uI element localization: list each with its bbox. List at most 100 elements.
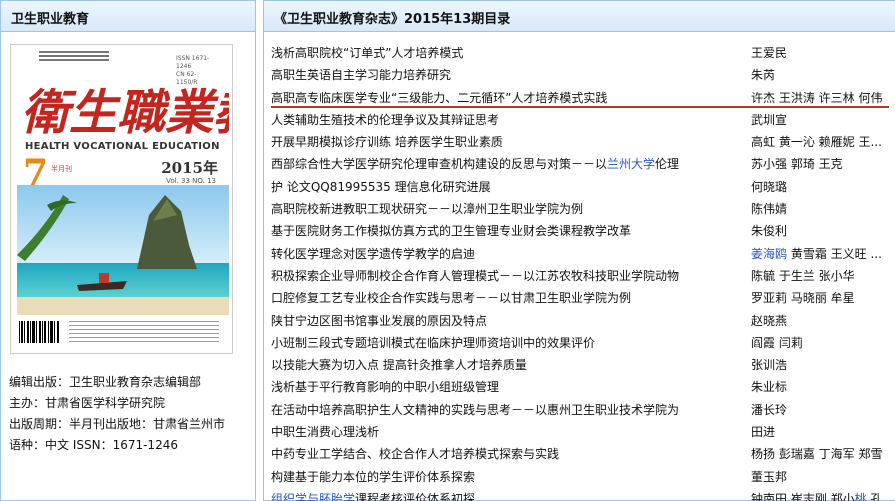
article-title-link[interactable]: 构建基于能力本位的学生评价体系探索 xyxy=(271,466,741,488)
article-title-text: 浅析高职院校“订单式”人才培养模式 xyxy=(271,46,464,60)
toc-title: 《卫生职业教育杂志》2015年13期目录 xyxy=(274,12,511,27)
article-title-link[interactable]: 小班制三段式专题培训模式在临床护理师资培训中的效果评价 xyxy=(271,332,741,354)
toc-row[interactable]: 开展早期模拟诊疗训练 培养医学生职业素质 高虹 黄一沁 赖雁妮 王... xyxy=(271,131,895,153)
article-authors: 陈毓 于生兰 张小华 xyxy=(751,265,895,287)
article-title-link[interactable]: 开展早期模拟诊疗训练 培养医学生职业素质 xyxy=(271,131,741,153)
toc-row[interactable]: 浅析基于平行教育影响的中职小组班级管理 朱业标 xyxy=(271,376,895,398)
article-title-link[interactable]: 高职高专临床医学专业“三级能力、二元循环”人才培养模式实践 xyxy=(271,87,741,109)
authors-text: 高虹 黄一沁 赖雁妮 王... xyxy=(751,135,882,150)
article-title-text: 在活动中培养高职护生人文精神的实践与思考－－以惠州卫生职业技术学院为 xyxy=(271,402,680,417)
article-title-text: 高职高专临床医学专业“三级能力、二元循环”人才培养模式实践 xyxy=(271,90,608,105)
article-title-link[interactable]: 高职院校新进教职工现状研究－－以漳州卫生职业学院为例 xyxy=(271,198,741,220)
article-authors: 朱芮 xyxy=(751,64,895,86)
article-title-link[interactable]: 转化医学理念对医学遗传学教学的启迪 xyxy=(271,243,741,265)
cover-semi-monthly: 半月刊 xyxy=(51,165,72,173)
article-authors: 高虹 黄一沁 赖雁妮 王... xyxy=(751,131,895,153)
article-title-link[interactable]: 浅析高职院校“订单式”人才培养模式 xyxy=(271,42,741,64)
article-title-tail: 课程考核评价体系初探 xyxy=(355,491,476,501)
article-title-text: 积极探索企业导师制校企合作育人管理模式－－以江苏农牧科技职业学院动物 xyxy=(271,268,680,283)
article-title-text: 中药专业工学结合、校企合作人才培养模式探索与实践 xyxy=(271,447,560,462)
article-authors: 何晓璐 xyxy=(751,176,895,198)
article-title-link[interactable]: 人类辅助生殖技术的伦理争议及其辩证思考 xyxy=(271,109,741,131)
toc-row[interactable]: 以技能大赛为切入点 提高针灸推拿人才培养质量 张训浩 xyxy=(271,354,895,376)
toc-header: 《卫生职业教育杂志》2015年13期目录 xyxy=(264,1,895,32)
article-title-text: 小班制三段式专题培训模式在临床护理师资培训中的效果评价 xyxy=(271,335,596,350)
article-title-link[interactable]: 护 论文QQ81995535 理信息化研究进展 xyxy=(271,176,741,198)
article-title-text: 人类辅助生殖技术的伦理争议及其辩证思考 xyxy=(271,112,500,127)
authors-text: 阎霞 闫莉 xyxy=(751,335,803,350)
cover-barcode xyxy=(17,319,61,349)
toc-row[interactable]: 人类辅助生殖技术的伦理争议及其辩证思考 武圳宣 xyxy=(271,109,895,131)
article-title-tail: 伦理 xyxy=(655,157,680,172)
article-title-link[interactable]: 中职生消费心理浅析 xyxy=(271,421,741,443)
authors-tail: 黄雪霜 王义旺 ... xyxy=(787,246,882,261)
authors-text: 何晓璐 xyxy=(751,179,788,194)
article-title-link[interactable]: 浅析基于平行教育影响的中职小组班级管理 xyxy=(271,376,741,398)
article-title-link[interactable]: 在活动中培养高职护生人文精神的实践与思考－－以惠州卫生职业技术学院为 xyxy=(271,399,741,421)
toc-row[interactable]: 转化医学理念对医学遗传学教学的启迪 姜海鸥 黄雪霜 王义旺 ... xyxy=(271,243,895,265)
toc-row[interactable]: 高职生英语自主学习能力培养研究 朱芮 xyxy=(271,64,895,86)
sidebar-title: 卫生职业教育 xyxy=(11,12,90,27)
article-title-link[interactable]: 基于医院财务工作模拟仿真方式的卫生管理专业财会类课程教学改革 xyxy=(271,220,741,242)
authors-text: 陈毓 于生兰 张小华 xyxy=(751,268,855,283)
article-authors: 王爱民 xyxy=(751,42,895,64)
toc-row[interactable]: 基于医院财务工作模拟仿真方式的卫生管理专业财会类课程教学改革 朱俊利 xyxy=(271,220,895,242)
authors-text: 苏小强 郭琦 王克 xyxy=(751,157,843,172)
article-title-text: 陕甘宁边区图书馆事业发展的原因及特点 xyxy=(271,313,488,328)
toc-row[interactable]: 组织学与胚胎学课程考核评价体系初探 钟南田 崔志刚 郑小桃 孔... xyxy=(271,488,895,501)
article-authors: 田进 xyxy=(751,421,895,443)
authors-highlight[interactable]: 姜海鸥 xyxy=(751,247,787,261)
article-title-text: 高职生英语自主学习能力培养研究 xyxy=(271,68,452,83)
toc-row[interactable]: 护 论文QQ81995535 理信息化研究进展 何晓璐 xyxy=(271,176,895,198)
authors-text: 朱俊利 xyxy=(751,224,788,239)
toc-row[interactable]: 高职高专临床医学专业“三级能力、二元循环”人才培养模式实践 许杰 王洪涛 许三林 … xyxy=(271,87,895,109)
toc-row[interactable]: 高职院校新进教职工现状研究－－以漳州卫生职业学院为例 陈伟婧 xyxy=(271,198,895,220)
article-title-text: 西部综合性大学医学研究伦理审查机构建设的反思与对策－－以 xyxy=(271,157,608,172)
toc-row[interactable]: 陕甘宁边区图书馆事业发展的原因及特点 赵晓燕 xyxy=(271,310,895,332)
authors-text: 陈伟婧 xyxy=(751,202,788,217)
article-title-link[interactable]: 组织学与胚胎学课程考核评价体系初探 xyxy=(271,488,741,501)
article-title-highlight[interactable]: 组织学与胚胎学 xyxy=(271,492,355,501)
article-title-text: 以技能大赛为切入点 提高针灸推拿人才培养质量 xyxy=(271,358,527,373)
toc-row[interactable]: 口腔修复工艺专业校企合作实践与思考－－以甘肃卫生职业学院为例 罗亚莉 马晓丽 牟星 xyxy=(271,287,895,309)
article-title-text: 护 论文QQ81995535 理信息化研究进展 xyxy=(271,179,491,194)
article-authors: 张训浩 xyxy=(751,354,895,376)
article-title-text: 转化医学理念对医学遗传学教学的启迪 xyxy=(271,246,476,261)
article-title-link[interactable]: 高职生英语自主学习能力培养研究 xyxy=(271,64,741,86)
journal-info: 编辑出版：卫生职业教育杂志编辑部 主办：甘肃省医学科学研究院 出版周期：半月刊出… xyxy=(9,372,249,456)
article-title-link[interactable]: 陕甘宁边区图书馆事业发展的原因及特点 xyxy=(271,310,741,332)
toc-row[interactable]: 中职生消费心理浅析 田进 xyxy=(271,421,895,443)
article-authors: 杨扬 彭瑞嘉 丁海军 郑雪 xyxy=(751,443,895,465)
cover-seascape-photo xyxy=(17,185,229,315)
authors-text: 杨扬 彭瑞嘉 丁海军 郑雪 xyxy=(751,447,883,462)
article-title-link[interactable]: 西部综合性大学医学研究伦理审查机构建设的反思与对策－－以兰州大学伦理 xyxy=(271,153,741,175)
article-authors: 董玉邦 xyxy=(751,466,895,488)
article-title-link[interactable]: 口腔修复工艺专业校企合作实践与思考－－以甘肃卫生职业学院为例 xyxy=(271,287,741,309)
authors-highlight[interactable]: 桃 xyxy=(855,492,867,501)
cover-fine-print xyxy=(69,321,219,345)
article-authors: 陈伟婧 xyxy=(751,198,895,220)
article-title-highlight[interactable]: 兰州大学 xyxy=(607,157,655,171)
article-authors: 阎霞 闫莉 xyxy=(751,332,895,354)
toc-list: 浅析高职院校“订单式”人才培养模式 王爱民高职生英语自主学习能力培养研究 朱芮高职高… xyxy=(271,42,895,501)
toc-row[interactable]: 构建基于能力本位的学生评价体系探索 董玉邦 xyxy=(271,466,895,488)
toc-row[interactable]: 积极探索企业导师制校企合作育人管理模式－－以江苏农牧科技职业学院动物 陈毓 于生兰… xyxy=(271,265,895,287)
toc-row[interactable]: 西部综合性大学医学研究伦理审查机构建设的反思与对策－－以兰州大学伦理 苏小强 郭琦… xyxy=(271,153,895,175)
toc-row[interactable]: 小班制三段式专题培训模式在临床护理师资培训中的效果评价 阎霞 闫莉 xyxy=(271,332,895,354)
toc-row[interactable]: 在活动中培养高职护生人文精神的实践与思考－－以惠州卫生职业技术学院为 潘长玲 xyxy=(271,399,895,421)
journal-cover-image[interactable]: ISSN 1671-1246CN 62-1150/R 衛生職業教育 HEALTH… xyxy=(10,44,233,354)
authors-text: 朱芮 xyxy=(751,68,776,83)
authors-text: 钟南田 崔志刚 郑小 xyxy=(751,491,855,501)
article-authors: 钟南田 崔志刚 郑小桃 孔... xyxy=(751,488,895,501)
article-authors: 武圳宣 xyxy=(751,109,895,131)
authors-tail: 孔... xyxy=(866,491,894,501)
toc-row[interactable]: 中药专业工学结合、校企合作人才培养模式探索与实践 杨扬 彭瑞嘉 丁海军 郑雪 xyxy=(271,443,895,465)
svg-text:衛生職業教育: 衛生職業教育 xyxy=(21,85,229,141)
article-title-link[interactable]: 中药专业工学结合、校企合作人才培养模式探索与实践 xyxy=(271,443,741,465)
article-title-link[interactable]: 以技能大赛为切入点 提高针灸推拿人才培养质量 xyxy=(271,354,741,376)
article-title-link[interactable]: 积极探索企业导师制校企合作育人管理模式－－以江苏农牧科技职业学院动物 xyxy=(271,265,741,287)
info-cycle: 出版周期：半月刊出版地：甘肃省兰州市 xyxy=(9,417,226,431)
toc-row[interactable]: 浅析高职院校“订单式”人才培养模式 王爱民 xyxy=(271,42,895,64)
info-language: 语种：中文 ISSN：1671-1246 xyxy=(9,438,178,452)
article-title-text: 构建基于能力本位的学生评价体系探索 xyxy=(271,469,476,484)
